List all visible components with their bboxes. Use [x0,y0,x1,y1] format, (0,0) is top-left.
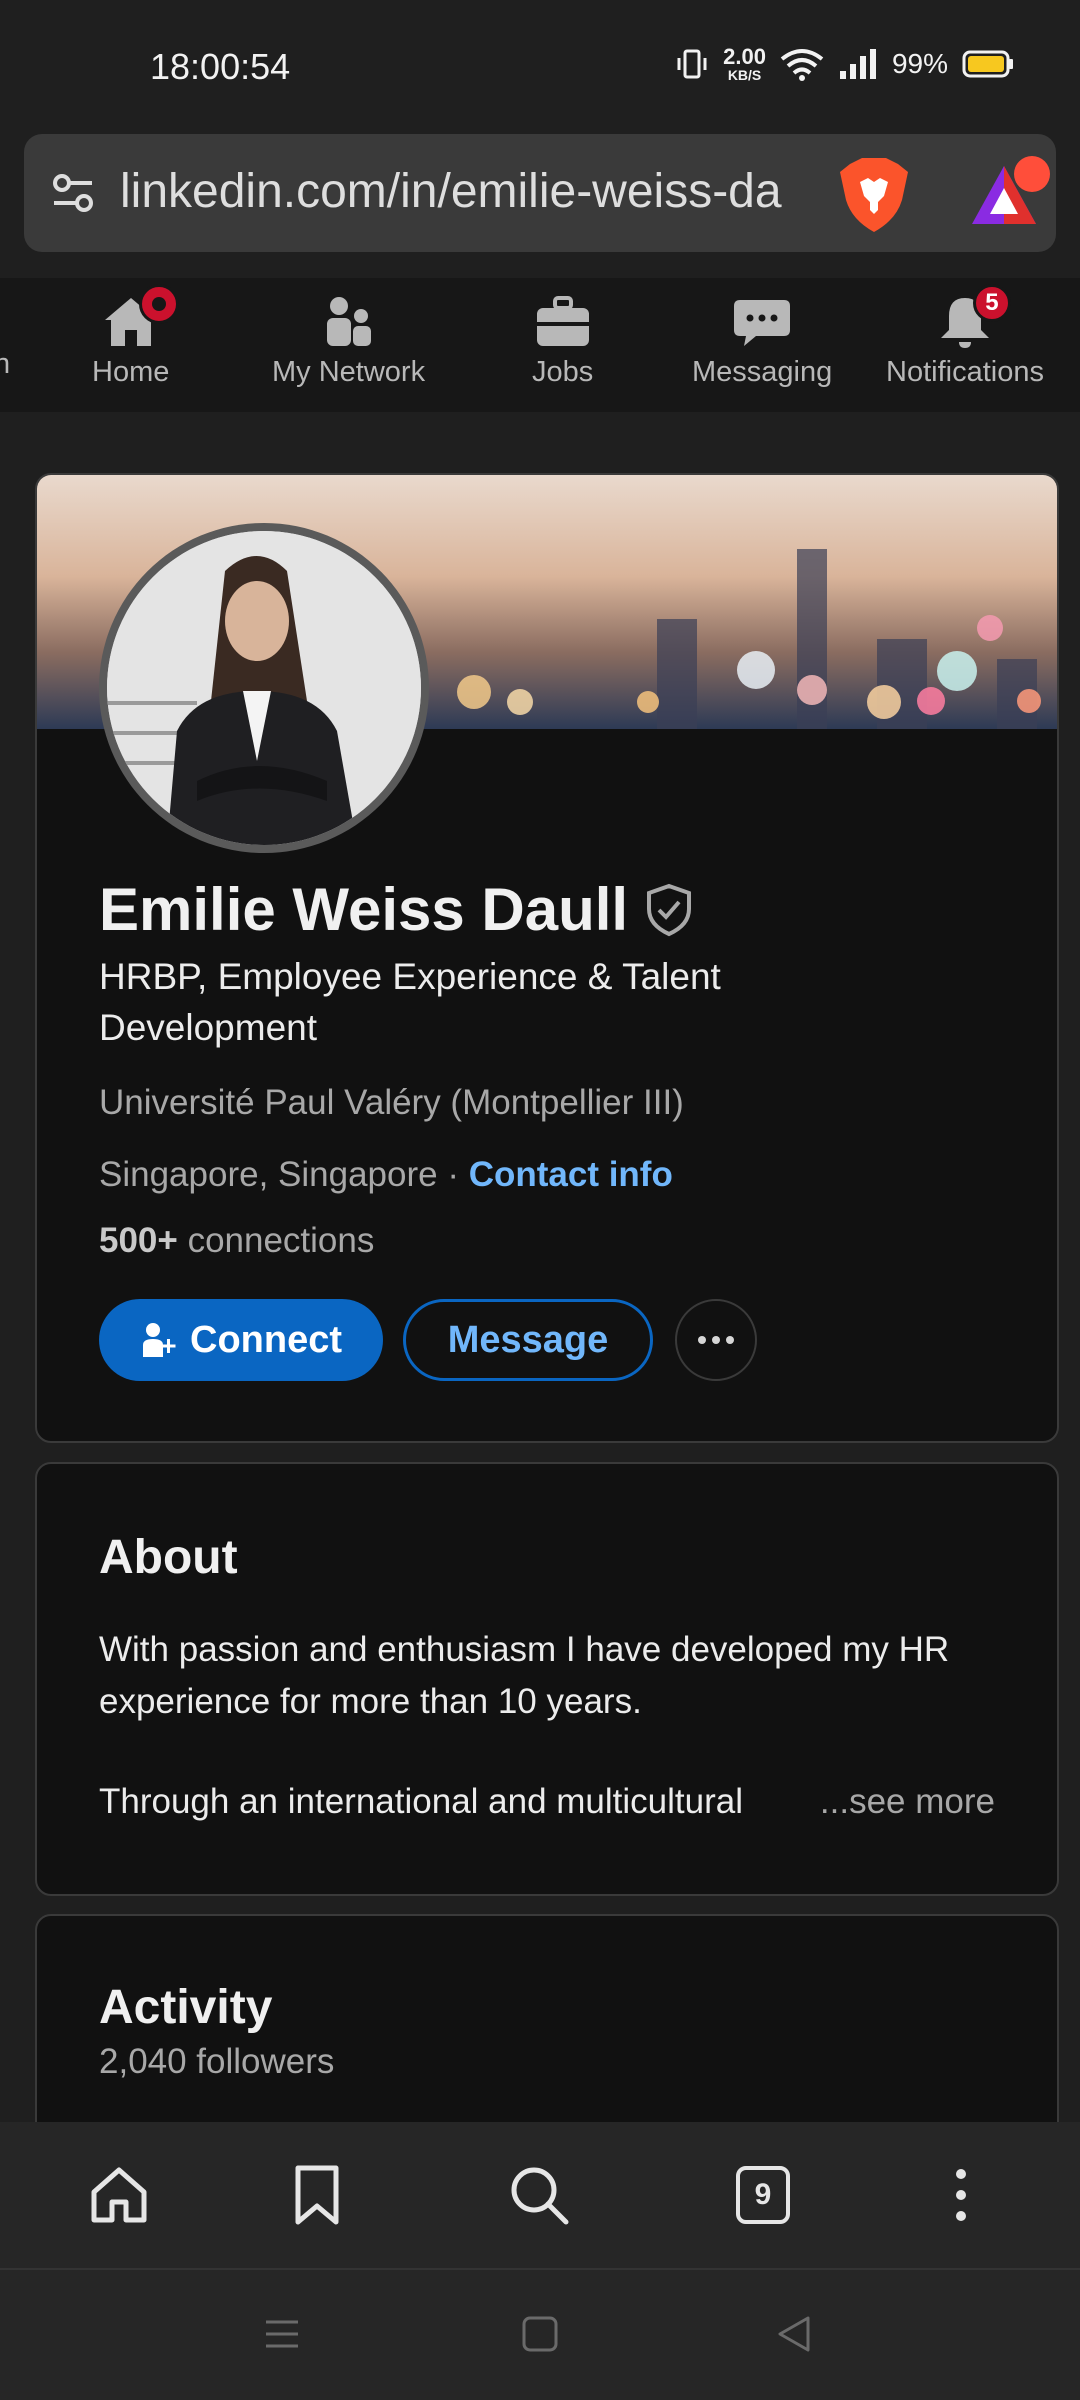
linkedin-nav: n Home My Network Jobs Messaging 5 Notif… [0,278,1080,412]
status-time: 18:00:54 [150,46,291,87]
more-dots-icon [698,1336,734,1344]
back-triangle-icon[interactable] [774,2314,814,2354]
activity-card: Activity 2,040 followers [35,1914,1059,2144]
followers-count: 2,040 followers [99,2042,335,2081]
message-button[interactable]: Message [403,1299,653,1381]
search-icon[interactable] [506,2162,572,2228]
home-button-icon[interactable] [86,2162,152,2228]
nav-notifications[interactable]: 5 Notifications [886,284,1044,389]
notification-count-badge: 5 [972,284,1011,322]
profile-photo[interactable] [99,523,429,853]
profile-name: Emilie Weiss Daull [99,876,629,943]
site-settings-icon[interactable] [48,168,98,218]
battery-percent: 99% [891,48,948,79]
connections-count: 500+ [99,1221,178,1260]
profile-name-row: Emilie Weiss Daull [99,875,694,944]
profile-location: Singapore, Singapore [99,1155,438,1194]
bell-icon: 5 [935,284,1011,350]
url-text[interactable]: linkedin.com/in/emilie-weiss-da [120,164,810,219]
address-bar[interactable]: linkedin.com/in/emilie-weiss-da [24,134,1056,252]
nav-home-label: Home [92,356,170,388]
profile-school: Université Paul Valéry (Montpellier III) [99,1083,684,1122]
about-card: About With passion and enthusiasm I have… [35,1462,1059,1896]
briefcase-icon [533,294,593,350]
profile-card: Emilie Weiss Daull HRBP, Employee Experi… [35,473,1059,1443]
connect-label: Connect [190,1318,342,1361]
signal-icon [839,49,876,79]
message-label: Message [447,1318,609,1361]
system-navigation-bar [0,2268,1080,2400]
nav-home[interactable]: Home [92,284,179,389]
nav-messaging-label: Messaging [692,356,833,388]
avatar [107,531,421,845]
about-paragraph-2: Through an international and multicultur… [99,1782,743,1821]
about-title: About [99,1531,238,1584]
nav-edge-label[interactable]: n [0,348,10,381]
network-speed: 2.00 KB/S [723,44,766,83]
activity-title: Activity [99,1981,273,2034]
home-notification-dot [138,284,179,324]
battery-icon [962,50,1013,78]
profile-location-row: Singapore, Singapore · Contact info [99,1155,673,1195]
browser-toolbar: 9 [0,2122,1080,2268]
verified-shield-icon[interactable] [644,883,694,937]
network-icon [319,294,379,350]
status-bar: 18:00:54 2.00 KB/S 99% [0,0,1080,130]
nav-my-network-label: My Network [272,356,426,388]
about-paragraph-1: With passion and enthusiasm I have devel… [99,1630,950,1721]
contact-info-link[interactable]: Contact info [469,1155,673,1194]
see-more-link[interactable]: ...see more [820,1782,995,1822]
vibrate-icon [677,49,707,79]
profile-headline: HRBP, Employee Experience & Talent Devel… [99,956,721,1048]
tabs-button[interactable]: 9 [736,2166,790,2224]
home-square-icon[interactable] [520,2314,560,2354]
connect-button[interactable]: Connect [99,1299,383,1381]
wifi-icon [780,49,824,81]
bookmark-icon[interactable] [284,2162,350,2228]
add-person-icon [143,1323,176,1357]
brave-rewards-icon[interactable] [970,154,1054,234]
menu-dots-icon[interactable] [928,2162,994,2228]
nav-notifications-label: Notifications [886,356,1044,388]
status-icons: 2.00 KB/S 99% [675,46,1014,82]
location-separator: · [437,1155,469,1194]
recents-icon[interactable] [262,2314,302,2354]
chat-icon [732,294,792,350]
nav-jobs-label: Jobs [532,356,594,388]
home-icon [101,284,179,350]
nav-my-network[interactable]: My Network [272,294,425,389]
profile-connections: 500+ connections [99,1221,374,1261]
nav-messaging[interactable]: Messaging [692,294,832,389]
brave-shield-icon[interactable] [836,156,912,234]
more-options-button[interactable] [675,1299,757,1381]
nav-jobs[interactable]: Jobs [532,294,593,389]
connections-label: connections [177,1221,375,1260]
